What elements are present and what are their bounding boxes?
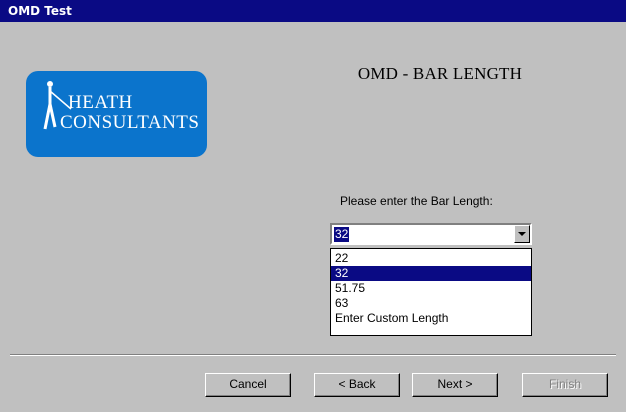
dropdown-option-22[interactable]: 22 xyxy=(331,251,531,266)
chevron-down-icon xyxy=(518,232,526,236)
heath-consultants-logo: Heath Consultants xyxy=(26,71,207,157)
combo-current-value[interactable]: 32 xyxy=(334,227,350,242)
cancel-button[interactable]: Cancel xyxy=(205,373,291,397)
finish-button[interactable]: Finish xyxy=(522,373,608,397)
bar-length-dropdown-list[interactable]: 22 32 51.75 63 Enter Custom Length xyxy=(330,248,532,336)
dropdown-option-32[interactable]: 32 xyxy=(331,266,531,281)
logo-text-line1: Heath xyxy=(68,92,133,113)
wizard-window: OMD Test Heath Consultants OMD - BAR LEN… xyxy=(0,0,626,412)
window-title: OMD Test xyxy=(0,0,626,22)
dropdown-option-63[interactable]: 63 xyxy=(331,296,531,311)
logo-text-line2: Consultants xyxy=(60,112,200,133)
bar-length-label: Please enter the Bar Length: xyxy=(340,194,493,208)
back-button[interactable]: < Back xyxy=(314,373,400,397)
dropdown-arrow-button[interactable] xyxy=(514,225,530,243)
dropdown-option-custom[interactable]: Enter Custom Length xyxy=(331,311,531,326)
bar-length-combobox[interactable]: 32 xyxy=(330,223,532,245)
dropdown-option-51-75[interactable]: 51.75 xyxy=(331,281,531,296)
page-heading: OMD - BAR LENGTH xyxy=(357,64,523,83)
next-button[interactable]: Next > xyxy=(412,373,498,397)
button-separator xyxy=(10,354,616,356)
